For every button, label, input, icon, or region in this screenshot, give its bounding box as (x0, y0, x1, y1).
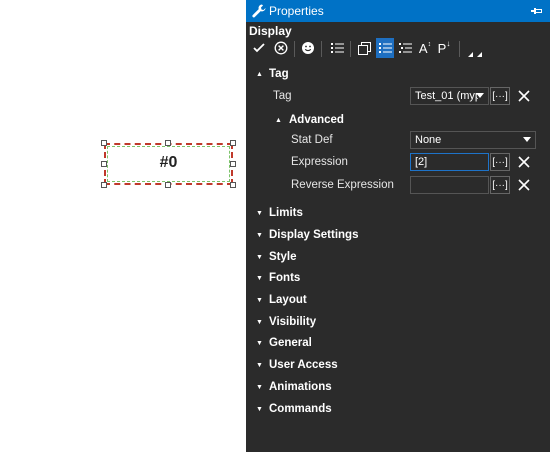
section-display: Display (249, 24, 292, 38)
list-alt-icon[interactable] (396, 38, 414, 58)
caret-up-icon[interactable]: ▲ (275, 117, 282, 124)
reverse-expression-input[interactable] (410, 176, 489, 194)
resize-handle-bottom-right[interactable] (230, 182, 236, 188)
tag-dropdown-value: Test_01 (myp (415, 90, 478, 102)
category-visibility[interactable]: ▼ Visibility (246, 313, 550, 333)
category-label: Animations (269, 381, 332, 393)
category-animations[interactable]: ▼ Animations (246, 378, 550, 398)
category-label: Layout (269, 294, 307, 306)
resize-handle-top[interactable] (165, 140, 171, 146)
close-icon (518, 90, 530, 102)
category-style[interactable]: ▼ Style (246, 248, 550, 268)
close-icon (518, 156, 530, 168)
caret-down-icon[interactable]: ▼ (256, 232, 263, 239)
property-reverse-expression-row: Reverse Expression [···] (246, 176, 550, 196)
category-user-access[interactable]: ▼ User Access (246, 356, 550, 376)
small-down-arrow-icon: ↓ (446, 38, 451, 48)
category-display-settings[interactable]: ▼ Display Settings (246, 226, 550, 246)
checkmark-icon[interactable] (250, 38, 268, 58)
category-commands[interactable]: ▼ Commands (246, 400, 550, 420)
caret-down-icon[interactable]: ▼ (256, 254, 263, 261)
property-tag-row: Tag Test_01 (myp [···] (246, 87, 550, 107)
properties-panel: Properties Display A ↕ P ↓ ▲ Tag Tag Tes… (246, 0, 550, 452)
tag-dropdown[interactable]: Test_01 (myp (410, 87, 489, 105)
copy-icon[interactable] (355, 38, 373, 58)
toolbar-separator (350, 41, 351, 57)
category-label: User Access (269, 359, 338, 371)
pin-icon[interactable] (530, 4, 544, 18)
dropdown-arrow-icon (476, 93, 484, 98)
design-canvas[interactable]: #0 (0, 0, 246, 452)
toolbar-separator (294, 41, 295, 57)
selected-widget[interactable]: #0 (101, 140, 236, 188)
category-label: Visibility (269, 316, 317, 328)
resize-handle-right[interactable] (230, 161, 236, 167)
expression-clear-button[interactable] (514, 153, 534, 171)
smiley-icon[interactable] (299, 38, 317, 58)
font-size-label: A (418, 40, 428, 56)
caret-down-icon[interactable]: ▼ (256, 384, 263, 391)
category-general[interactable]: ▼ General (246, 334, 550, 354)
p-label: P (437, 40, 447, 56)
category-label: Limits (269, 207, 303, 219)
panel-title: Properties (269, 4, 324, 18)
close-icon (518, 179, 530, 191)
caret-down-icon[interactable]: ▼ (256, 406, 263, 413)
tag-browse-button[interactable]: [···] (490, 87, 510, 105)
list-icon[interactable] (328, 38, 346, 58)
category-advanced-label: Advanced (289, 114, 344, 126)
property-expression-label: Expression (291, 156, 348, 168)
caret-down-icon[interactable]: ▼ (256, 362, 263, 369)
statdef-dropdown[interactable]: None (410, 131, 536, 149)
widget-label: #0 (159, 154, 178, 171)
tag-clear-button[interactable] (514, 87, 534, 105)
property-tag-label: Tag (273, 90, 292, 102)
dropdown-arrow-icon (523, 137, 531, 142)
list-active-icon[interactable] (376, 38, 394, 58)
caret-down-icon[interactable]: ▼ (256, 340, 263, 347)
category-label: Style (269, 251, 297, 263)
caret-down-icon[interactable]: ▼ (256, 210, 263, 217)
expression-edit-button[interactable]: [···] (490, 153, 510, 171)
small-arrow-icon: ↕ (427, 40, 432, 48)
property-statdef-label: Stat Def (291, 134, 333, 146)
expression-input-value: [2] (415, 156, 428, 168)
reverse-expression-clear-button[interactable] (514, 176, 534, 194)
resize-handle-left[interactable] (101, 161, 107, 167)
toolbar-separator (321, 41, 322, 57)
property-reverse-expression-label: Reverse Expression (291, 179, 394, 191)
toolbar-separator (459, 41, 460, 57)
category-label: General (269, 337, 312, 349)
panel-toolbar: A ↕ P ↓ (246, 38, 550, 60)
resize-handle-bottom-left[interactable] (101, 182, 107, 188)
property-expression-row: Expression [2] [···] (246, 153, 550, 173)
reverse-expression-edit-button[interactable]: [···] (490, 176, 510, 194)
category-advanced[interactable]: ▲ Advanced (246, 111, 550, 131)
category-label: Fonts (269, 272, 301, 284)
category-label: Commands (269, 403, 332, 415)
caret-down-icon[interactable]: ▼ (256, 319, 263, 326)
resize-handle-top-right[interactable] (230, 140, 236, 146)
font-size-icon[interactable]: A ↕ (416, 38, 434, 58)
property-statdef-row: Stat Def None (246, 131, 550, 151)
corner-icon[interactable] (466, 42, 484, 62)
caret-down-icon[interactable]: ▼ (256, 275, 263, 282)
pin-tag-icon[interactable]: P ↓ (435, 38, 453, 58)
wrench-icon (252, 4, 266, 18)
statdef-dropdown-value: None (415, 134, 442, 146)
cancel-icon[interactable] (272, 38, 290, 58)
category-tag-label: Tag (269, 68, 289, 80)
caret-up-icon[interactable]: ▲ (256, 71, 263, 78)
caret-down-icon[interactable]: ▼ (256, 297, 263, 304)
panel-title-bar[interactable]: Properties (246, 0, 550, 22)
category-fonts[interactable]: ▼ Fonts (246, 269, 550, 289)
category-label: Display Settings (269, 229, 359, 241)
expression-input[interactable]: [2] (410, 153, 489, 171)
category-limits[interactable]: ▼ Limits (246, 204, 550, 224)
category-layout[interactable]: ▼ Layout (246, 291, 550, 311)
resize-handle-top-left[interactable] (101, 140, 107, 146)
category-tag[interactable]: ▲ Tag (246, 65, 550, 85)
resize-handle-bottom[interactable] (165, 182, 171, 188)
